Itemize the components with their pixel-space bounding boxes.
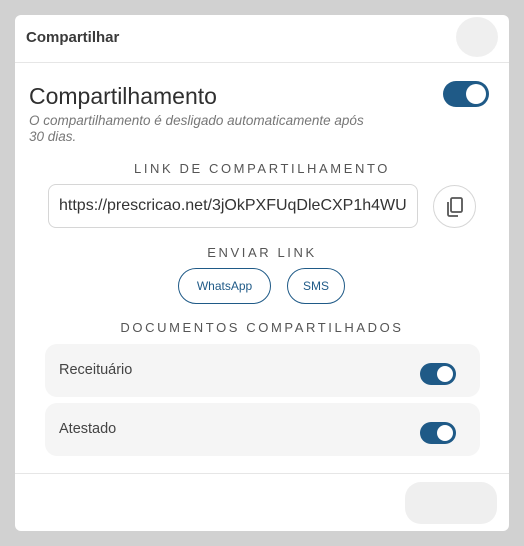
close-button[interactable] xyxy=(456,17,498,57)
document-item-receituario: Receituário xyxy=(45,344,480,397)
document-item-atestado: Atestado xyxy=(45,403,480,456)
toggle-knob xyxy=(466,84,486,104)
modal-title: Compartilhar xyxy=(26,29,120,46)
send-section-label: ENVIAR LINK xyxy=(207,245,317,260)
share-link-field[interactable]: https://prescricao.net/3jOkPXFUqDleCXP1h… xyxy=(48,184,418,228)
modal-footer xyxy=(15,473,509,531)
document-label: Receituário xyxy=(59,362,133,378)
whatsapp-button[interactable]: WhatsApp xyxy=(178,268,271,304)
footer-action-button[interactable] xyxy=(405,482,497,524)
documents-section-label: DOCUMENTOS COMPARTILHADOS xyxy=(120,320,404,335)
toggle-knob xyxy=(437,425,453,441)
modal-header: Compartilhar xyxy=(15,15,509,63)
sharing-description: O compartilhamento é desligado automatic… xyxy=(29,113,364,144)
copy-link-button[interactable] xyxy=(433,185,476,228)
copy-icon xyxy=(447,197,463,217)
toggle-knob xyxy=(437,366,453,382)
document-toggle-atestado[interactable] xyxy=(420,422,456,444)
document-label: Atestado xyxy=(59,421,117,437)
share-modal: Compartilhar Compartilhamento O comparti… xyxy=(15,15,509,531)
sharing-title: Compartilhamento xyxy=(29,83,217,109)
sharing-toggle[interactable] xyxy=(443,81,489,107)
link-section-label: LINK DE COMPARTILHAMENTO xyxy=(134,161,390,176)
document-toggle-receituario[interactable] xyxy=(420,363,456,385)
sms-button[interactable]: SMS xyxy=(287,268,345,304)
